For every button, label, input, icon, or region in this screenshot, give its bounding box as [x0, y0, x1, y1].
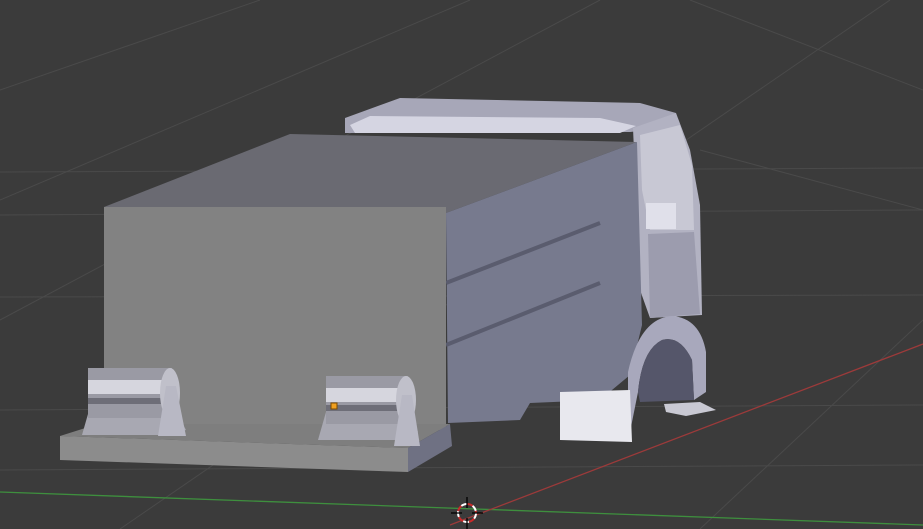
cab-roof-highlight — [350, 116, 636, 133]
step-plate[interactable] — [664, 402, 716, 416]
truck-model[interactable] — [60, 98, 716, 472]
door-panel[interactable] — [648, 232, 700, 318]
viewport-canvas[interactable] — [0, 0, 923, 529]
front-bumper[interactable] — [560, 390, 632, 442]
cylinder-right[interactable] — [318, 376, 420, 446]
3d-viewport[interactable] — [0, 0, 923, 529]
selected-vertex[interactable] — [330, 402, 338, 410]
cylinder-left[interactable] — [82, 368, 186, 436]
3d-cursor-icon[interactable] — [451, 497, 483, 529]
side-mirror[interactable] — [646, 203, 676, 229]
